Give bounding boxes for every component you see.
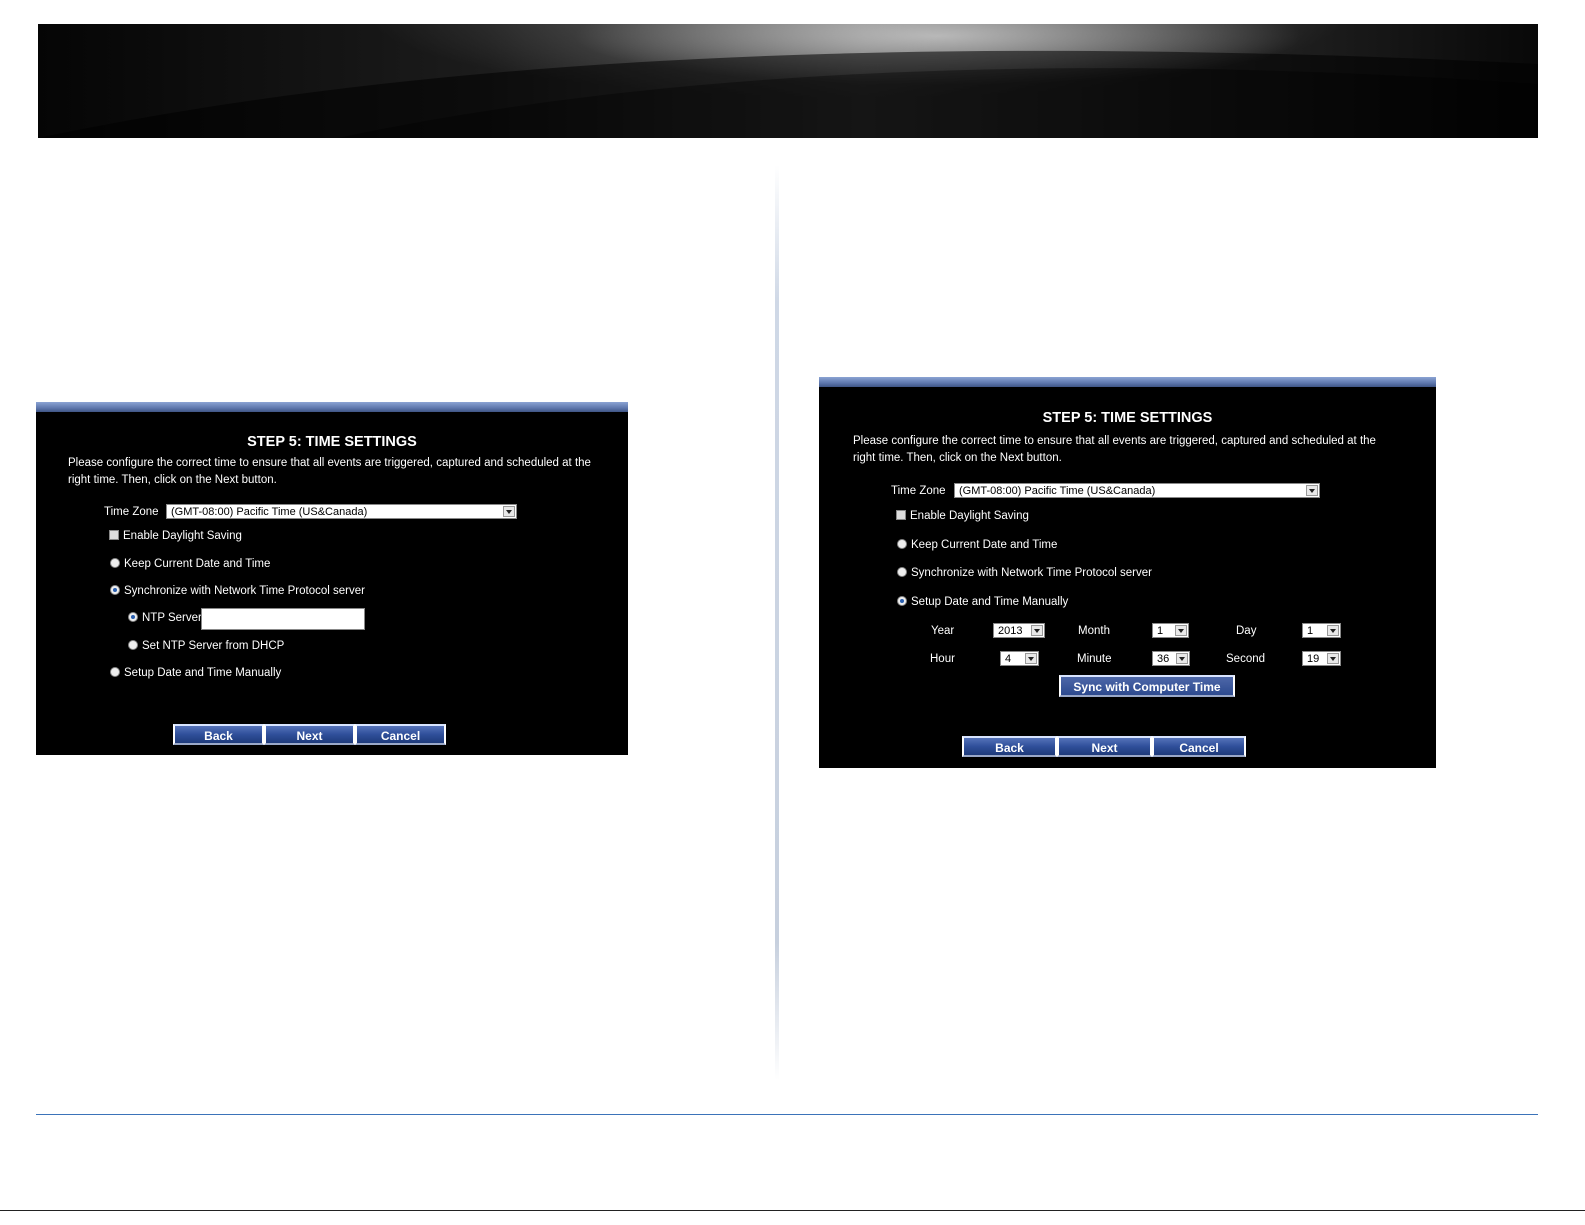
- right-time-settings-screenshot: STEP 5: TIME SETTINGS Please configure t…: [819, 377, 1436, 768]
- time-zone-value: (GMT-08:00) Pacific Time (US&Canada): [171, 506, 368, 518]
- manual-setup-label: Setup Date and Time Manually: [911, 596, 1069, 608]
- time-zone-label: Time Zone: [891, 485, 946, 497]
- time-zone-select[interactable]: (GMT-08:00) Pacific Time (US&Canada): [166, 504, 517, 519]
- banner-swoosh-graphic: [38, 50, 1538, 138]
- instructions-line-1: Please configure the correct time to ens…: [853, 435, 1376, 447]
- daylight-saving-label: Enable Daylight Saving: [910, 510, 1029, 522]
- panel-title-bar: [36, 402, 628, 412]
- time-zone-select[interactable]: (GMT-08:00) Pacific Time (US&Canada): [954, 483, 1320, 498]
- keep-current-radio[interactable]: [897, 539, 907, 549]
- instructions-line-2: right time. Then, click on the Next butt…: [68, 474, 277, 486]
- chevron-down-icon[interactable]: [1025, 653, 1037, 664]
- manual-setup-label: Setup Date and Time Manually: [124, 667, 282, 679]
- chevron-down-icon[interactable]: [1176, 653, 1188, 664]
- back-button[interactable]: Back: [962, 736, 1057, 757]
- sync-ntp-radio[interactable]: [110, 585, 120, 595]
- manual-setup-radio[interactable]: [110, 667, 120, 677]
- day-value: 1: [1307, 625, 1314, 637]
- keep-current-label: Keep Current Date and Time: [911, 539, 1058, 551]
- chevron-down-icon[interactable]: [1175, 625, 1187, 636]
- second-value: 19: [1307, 653, 1320, 665]
- chevron-down-icon[interactable]: [1306, 485, 1318, 496]
- next-button[interactable]: Next: [264, 724, 355, 745]
- back-button[interactable]: Back: [173, 724, 264, 745]
- year-label: Year: [931, 625, 955, 637]
- month-label: Month: [1078, 625, 1110, 637]
- instructions-line-2: right time. Then, click on the Next butt…: [853, 452, 1062, 464]
- sync-ntp-label: Synchronize with Network Time Protocol s…: [911, 567, 1152, 579]
- ntp-server-input[interactable]: [201, 608, 365, 630]
- chevron-down-icon[interactable]: [1327, 653, 1339, 664]
- page-title: STEP 5: TIME SETTINGS: [1042, 410, 1213, 426]
- month-value: 1: [1157, 625, 1164, 637]
- daylight-saving-checkbox[interactable]: [896, 510, 906, 520]
- sync-computer-time-button[interactable]: Sync with Computer Time: [1059, 675, 1235, 697]
- year-value: 2013: [998, 625, 1023, 637]
- hour-label: Hour: [930, 653, 955, 665]
- next-button[interactable]: Next: [1057, 736, 1152, 757]
- time-zone-value: (GMT-08:00) Pacific Time (US&Canada): [959, 485, 1156, 497]
- cancel-button[interactable]: Cancel: [355, 724, 446, 745]
- ntp-server-label: NTP Server: [142, 612, 202, 624]
- time-zone-label: Time Zone: [104, 506, 159, 518]
- second-select[interactable]: 19: [1302, 651, 1341, 666]
- keep-current-label: Keep Current Date and Time: [124, 558, 271, 570]
- daylight-saving-checkbox[interactable]: [109, 530, 119, 540]
- header-banner: [38, 24, 1538, 138]
- chevron-down-icon[interactable]: [1031, 625, 1043, 636]
- minute-select[interactable]: 36: [1152, 651, 1190, 666]
- ntp-dhcp-radio[interactable]: [128, 640, 138, 650]
- left-time-settings-screenshot: STEP 5: TIME SETTINGS Please configure t…: [36, 402, 628, 755]
- instructions-text: Please configure the correct time to ens…: [853, 433, 1376, 467]
- page-title: STEP 5: TIME SETTINGS: [247, 434, 417, 450]
- hour-value: 4: [1005, 653, 1012, 665]
- day-select[interactable]: 1: [1302, 623, 1341, 638]
- month-select[interactable]: 1: [1152, 623, 1189, 638]
- chevron-down-icon[interactable]: [503, 506, 515, 517]
- instructions-text: Please configure the correct time to ens…: [68, 455, 591, 489]
- keep-current-radio[interactable]: [110, 558, 120, 568]
- sync-ntp-label: Synchronize with Network Time Protocol s…: [124, 585, 365, 597]
- manual-setup-radio[interactable]: [897, 596, 907, 606]
- minute-value: 36: [1157, 653, 1170, 665]
- sync-ntp-radio[interactable]: [897, 567, 907, 577]
- second-label: Second: [1226, 653, 1266, 665]
- hour-select[interactable]: 4: [1000, 651, 1039, 666]
- day-label: Day: [1236, 625, 1257, 637]
- page-bottom-line: [0, 1210, 1585, 1211]
- year-select[interactable]: 2013: [993, 623, 1045, 638]
- daylight-saving-label: Enable Daylight Saving: [123, 530, 242, 542]
- ntp-server-radio[interactable]: [128, 612, 138, 622]
- column-divider: [775, 165, 779, 1080]
- ntp-dhcp-label: Set NTP Server from DHCP: [142, 640, 285, 652]
- chevron-down-icon[interactable]: [1327, 625, 1339, 636]
- footer-rule: [36, 1114, 1538, 1115]
- instructions-line-1: Please configure the correct time to ens…: [68, 457, 591, 469]
- minute-label: Minute: [1077, 653, 1112, 665]
- cancel-button[interactable]: Cancel: [1152, 736, 1246, 757]
- panel-title-bar: [819, 377, 1436, 387]
